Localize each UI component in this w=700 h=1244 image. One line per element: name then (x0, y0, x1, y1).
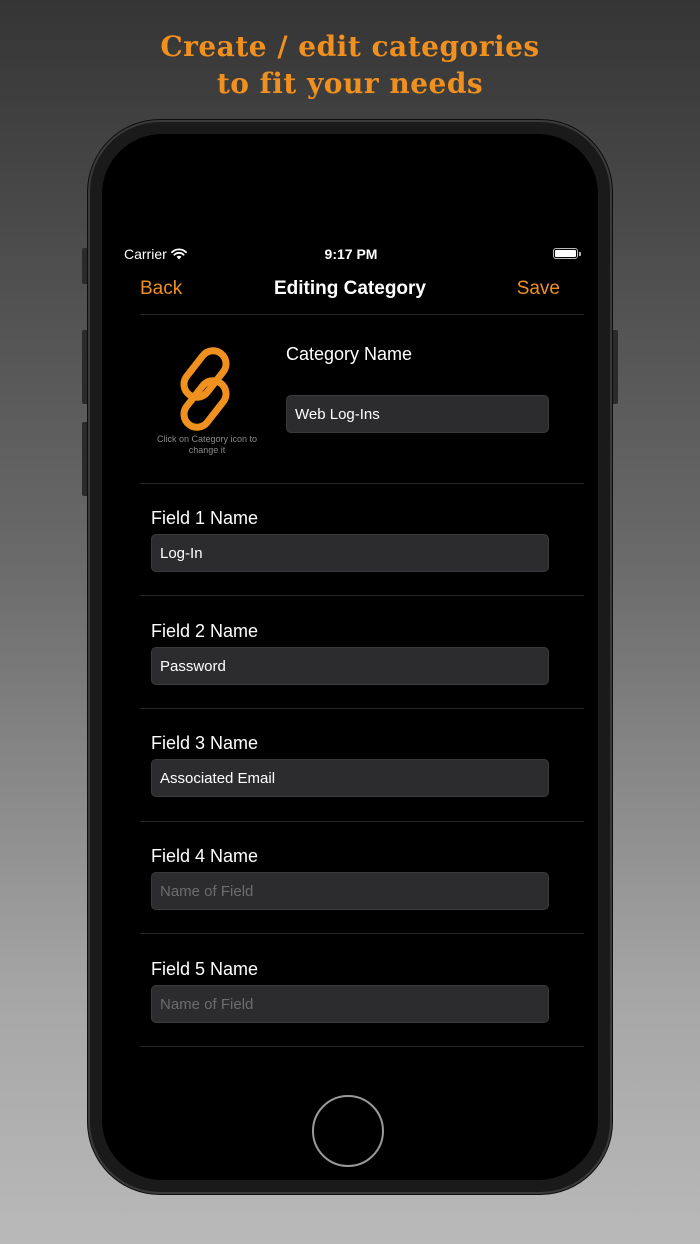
field-1-label: Field 1 Name (151, 508, 259, 528)
headline-line-1: Create / edit categories (160, 30, 540, 63)
field-4-label: Field 4 Name (151, 846, 259, 866)
status-time: 9:17 PM (324, 246, 378, 262)
separator (140, 1046, 584, 1047)
link-icon[interactable] (162, 346, 252, 432)
separator (140, 821, 584, 822)
phone-power-button (611, 330, 618, 404)
category-icon-hint: Click on Category icon to change it (156, 434, 258, 455)
field-2-label: Field 2 Name (151, 621, 259, 641)
field-2-input[interactable] (151, 647, 549, 685)
nav-title: Editing Category (273, 278, 426, 299)
separator (140, 708, 584, 709)
save-button[interactable]: Save (517, 278, 560, 300)
field-4-input[interactable] (151, 872, 549, 910)
field-3-input[interactable] (151, 759, 549, 797)
separator (140, 933, 584, 934)
field-5-label: Field 5 Name (151, 959, 259, 979)
promo-headline: Create / edit categories to fit your nee… (0, 28, 700, 102)
field-1-input[interactable] (151, 534, 549, 572)
separator (140, 483, 584, 484)
navigation-bar: Back Editing Category Save (140, 278, 560, 304)
home-button[interactable] (312, 1095, 384, 1167)
category-name-label: Category Name (286, 344, 413, 364)
field-3-label: Field 3 Name (151, 733, 259, 753)
field-5-input[interactable] (151, 985, 549, 1023)
category-name-input[interactable] (286, 395, 549, 433)
headline-line-2: to fit your needs (216, 67, 484, 100)
battery-icon (553, 248, 581, 259)
status-bar: Carrier 9:17 PM (124, 246, 581, 264)
separator (140, 595, 584, 596)
separator (140, 314, 584, 315)
